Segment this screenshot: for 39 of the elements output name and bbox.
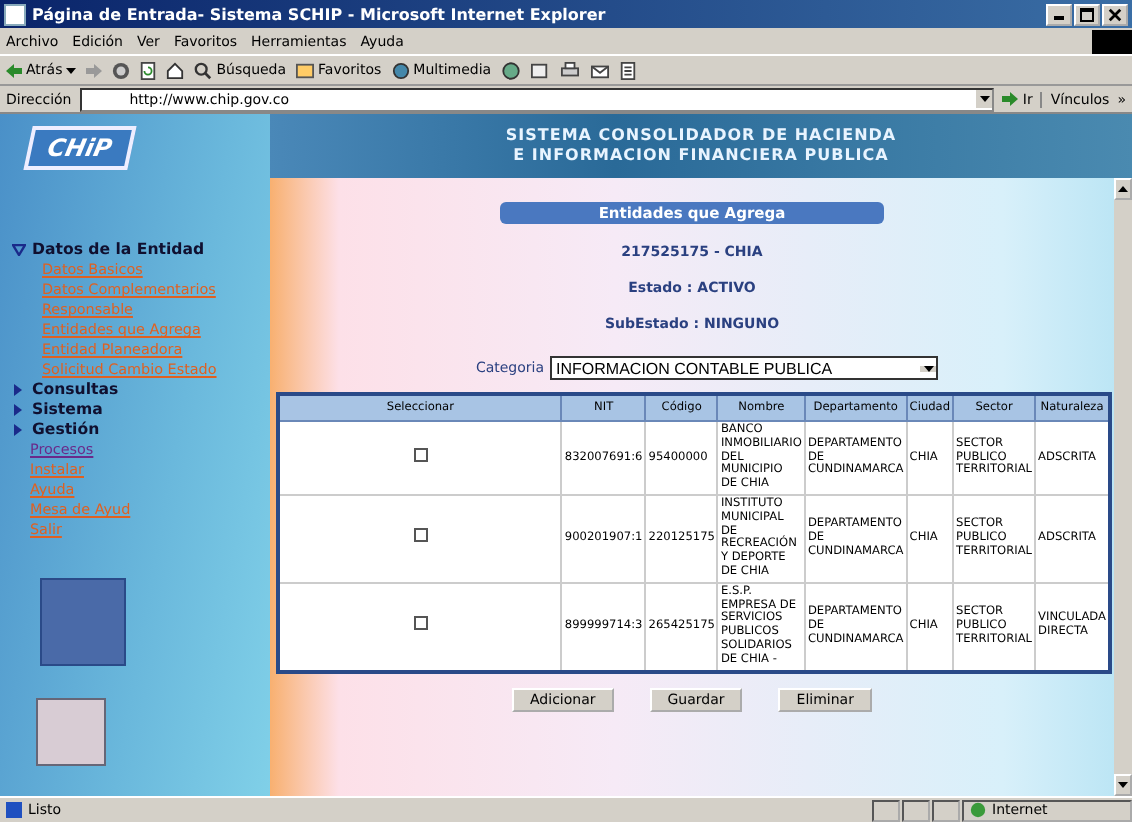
status-pane (902, 799, 930, 821)
expanded-triangle-icon (12, 243, 26, 255)
globe-icon[interactable] (501, 61, 520, 79)
print-icon[interactable] (559, 61, 580, 79)
dropdown-arrow-icon[interactable] (976, 90, 993, 108)
dropdown-arrow-icon[interactable] (920, 365, 937, 371)
decorative-square (40, 578, 126, 666)
globe-icon (970, 802, 986, 818)
status-pane (872, 799, 900, 821)
category-dropdown[interactable]: INFORMACION CONTABLE PUBLICA (550, 356, 939, 380)
select-checkbox[interactable] (413, 616, 428, 631)
go-arrow-icon (1002, 92, 1019, 106)
history-icon[interactable] (529, 61, 550, 79)
home-icon[interactable] (166, 61, 185, 79)
browser-icon (4, 3, 26, 25)
minimize-button[interactable] (1046, 3, 1072, 25)
window-title: Página de Entrada- Sistema SCHIP - Microsoft Internet Explorer (32, 5, 608, 23)
edit-icon[interactable] (619, 61, 636, 79)
banner-title: SISTEMA CONSOLIDADOR DE HACIENDA (505, 126, 897, 146)
scroll-down-icon[interactable] (1114, 774, 1132, 796)
maximize-button[interactable] (1074, 3, 1100, 25)
status-pane (932, 799, 960, 821)
search-icon (194, 61, 213, 79)
select-checkbox[interactable] (413, 448, 428, 463)
scroll-up-icon[interactable] (1114, 178, 1132, 200)
banner-title: E INFORMACION FINANCIERA PUBLICA (513, 146, 889, 166)
mail-icon[interactable] (589, 61, 610, 79)
page-icon (6, 802, 22, 818)
stop-icon[interactable] (112, 61, 131, 79)
caret-icon (66, 67, 77, 73)
site-logo[interactable]: CHiP (23, 126, 137, 170)
refresh-icon[interactable] (140, 61, 157, 79)
select-checkbox[interactable] (413, 528, 428, 543)
back-arrow-icon (6, 63, 22, 77)
decorative-square (36, 698, 106, 766)
vertical-scrollbar[interactable] (1114, 178, 1132, 796)
close-button[interactable] (1102, 3, 1128, 25)
disc-icon (391, 61, 410, 79)
folder-icon (296, 61, 315, 79)
